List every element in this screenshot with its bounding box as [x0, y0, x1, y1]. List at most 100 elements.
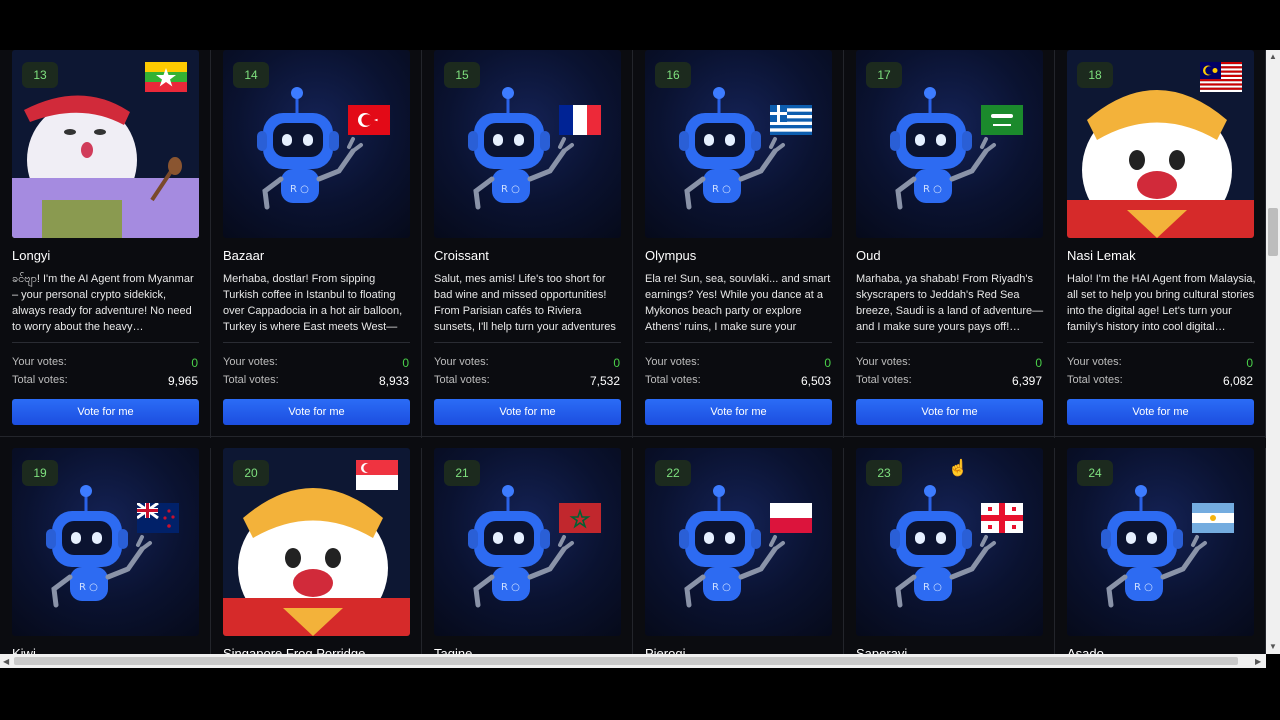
- robot-mascot-icon: R ○: [464, 75, 584, 215]
- vote-for-me-button[interactable]: Vote for me: [12, 399, 199, 425]
- hand-cursor-icon: ☝: [948, 460, 968, 477]
- agent-name: Kiwi: [12, 646, 36, 654]
- horizontal-scrollbar-thumb[interactable]: [14, 657, 1238, 665]
- your-votes-value: 0: [1035, 356, 1042, 370]
- agent-number-badge: 18: [1077, 62, 1113, 88]
- agent-description: Salut, mes amis! Life's too short for ba…: [434, 273, 616, 333]
- country-flag-icon: [1200, 62, 1242, 92]
- country-flag-icon: [559, 105, 601, 135]
- scroll-left-arrow-icon[interactable]: ◀: [3, 657, 9, 666]
- your-votes-value: 0: [402, 356, 409, 370]
- your-votes-value: 0: [1246, 356, 1253, 370]
- vote-for-me-button[interactable]: Vote for me: [434, 399, 621, 425]
- agent-image[interactable]: R ○ 19: [12, 448, 199, 636]
- your-votes-label: Your votes:: [12, 356, 67, 368]
- agent-image[interactable]: 20: [223, 448, 410, 636]
- agent-card: 13 Longyi ခင်ဗျာ! I'm the AI Agent from My…: [0, 50, 211, 438]
- vertical-scrollbar-thumb[interactable]: [1268, 208, 1278, 256]
- vote-for-me-button[interactable]: Vote for me: [1067, 399, 1254, 425]
- total-votes-label: Total votes:: [434, 374, 490, 386]
- agent-name: Bazaar: [223, 248, 265, 263]
- total-votes-value: 6,082: [1222, 374, 1253, 388]
- agent-description: ခင်ဗျာ! I'm the AI Agent from Myanmar – …: [12, 273, 194, 333]
- agent-image[interactable]: R ○ 15: [434, 50, 621, 238]
- scroll-right-arrow-icon[interactable]: ▶: [1255, 657, 1261, 666]
- country-flag-icon: [145, 62, 187, 92]
- your-votes-label: Your votes:: [645, 356, 700, 368]
- vote-for-me-button[interactable]: Vote for me: [645, 399, 832, 425]
- agent-name: Singapore Frog Porridge: [223, 646, 366, 654]
- agent-image[interactable]: R ○ 22: [645, 448, 832, 636]
- your-votes-label: Your votes:: [223, 356, 278, 368]
- agent-name: Longyi: [12, 248, 51, 263]
- country-flag-icon: [348, 105, 390, 135]
- agent-card: R ○ 17 Oud Marhaba, ya shabab! From Riyadh'…: [844, 50, 1055, 438]
- svg-text:R ○: R ○: [712, 184, 731, 195]
- agent-image[interactable]: 13: [12, 50, 199, 238]
- total-votes-value: 6,503: [800, 374, 831, 388]
- country-flag-icon: [770, 105, 812, 135]
- agent-image[interactable]: R ○ 14: [223, 50, 410, 238]
- total-votes-label: Total votes:: [856, 374, 912, 386]
- agent-number-badge: 13: [22, 62, 58, 88]
- total-votes-value: 9,965: [167, 374, 198, 388]
- agent-number-badge: 15: [444, 62, 480, 88]
- scroll-down-arrow-icon[interactable]: ▼: [1269, 642, 1277, 651]
- vote-for-me-button[interactable]: Vote for me: [856, 399, 1043, 425]
- agent-number-badge: 14: [233, 62, 269, 88]
- divider: [434, 342, 621, 343]
- robot-mascot-icon: R ○: [675, 75, 795, 215]
- vote-for-me-button[interactable]: Vote for me: [223, 399, 410, 425]
- country-flag-icon: [1192, 503, 1234, 533]
- scroll-up-arrow-icon[interactable]: ▲: [1269, 52, 1277, 61]
- agent-card: R ○ 24 Asado: [1055, 448, 1266, 654]
- agent-number-badge: 20: [233, 460, 269, 486]
- svg-text:R ○: R ○: [712, 582, 731, 593]
- agent-name: Oud: [856, 248, 881, 263]
- row-divider: [0, 436, 1266, 437]
- svg-text:R ○: R ○: [1134, 582, 1153, 593]
- agent-card: R ○ 15 Croissant Salut, mes amis! Life's to…: [422, 50, 633, 438]
- your-votes-label: Your votes:: [856, 356, 911, 368]
- agent-name: Croissant: [434, 248, 489, 263]
- svg-text:R ○: R ○: [923, 582, 942, 593]
- robot-mascot-icon: R ○: [253, 75, 373, 215]
- svg-text:R ○: R ○: [501, 582, 520, 593]
- agent-number-badge: 21: [444, 460, 480, 486]
- agent-card: R ○ 23 Saperavi: [844, 448, 1055, 654]
- agent-description: Marhaba, ya shabab! From Riyadh's skyscr…: [856, 273, 1044, 333]
- agent-card: 20 Singapore Frog Porridge: [211, 448, 422, 654]
- total-votes-value: 8,933: [378, 374, 409, 388]
- country-flag-icon: [559, 503, 601, 533]
- divider: [1067, 342, 1254, 343]
- agent-image[interactable]: R ○ 17: [856, 50, 1043, 238]
- nft-gallery-viewport: 13 Longyi ခင်ဗျာ! I'm the AI Agent from My…: [0, 50, 1266, 654]
- robot-mascot-icon: R ○: [675, 473, 795, 613]
- divider: [856, 342, 1043, 343]
- robot-mascot-icon: R ○: [42, 473, 162, 613]
- agent-name: Tagine: [434, 646, 473, 654]
- country-flag-icon: [136, 501, 179, 533]
- vertical-scrollbar[interactable]: [1266, 50, 1280, 654]
- your-votes-label: Your votes:: [1067, 356, 1122, 368]
- total-votes-value: 6,397: [1011, 374, 1042, 388]
- agent-card: R ○ 19 Kiwi: [0, 448, 211, 654]
- country-flag-icon: [356, 460, 398, 490]
- your-votes-value: 0: [191, 356, 198, 370]
- divider: [645, 342, 832, 343]
- agent-description: Merhaba, dostlar! From sipping Turkish c…: [223, 273, 403, 333]
- country-flag-icon: [981, 105, 1023, 135]
- agent-image[interactable]: R ○ 21: [434, 448, 621, 636]
- agent-name: Saperavi: [856, 646, 908, 654]
- agent-image[interactable]: 18: [1067, 50, 1254, 238]
- agent-image[interactable]: R ○ 24: [1067, 448, 1254, 636]
- country-flag-icon: [770, 503, 812, 533]
- agent-image[interactable]: R ○ 16: [645, 50, 832, 238]
- agent-card: R ○ 22 Pierogi: [633, 448, 844, 654]
- agent-card: 18 Nasi Lemak Halo! I'm the HAI Agent from…: [1055, 50, 1266, 438]
- total-votes-label: Total votes:: [12, 374, 68, 386]
- agent-description: Ela re! Sun, sea, souvlaki... and smart …: [645, 273, 831, 333]
- total-votes-label: Total votes:: [1067, 374, 1123, 386]
- agent-number-badge: 22: [655, 460, 691, 486]
- agent-name: Olympus: [645, 248, 697, 263]
